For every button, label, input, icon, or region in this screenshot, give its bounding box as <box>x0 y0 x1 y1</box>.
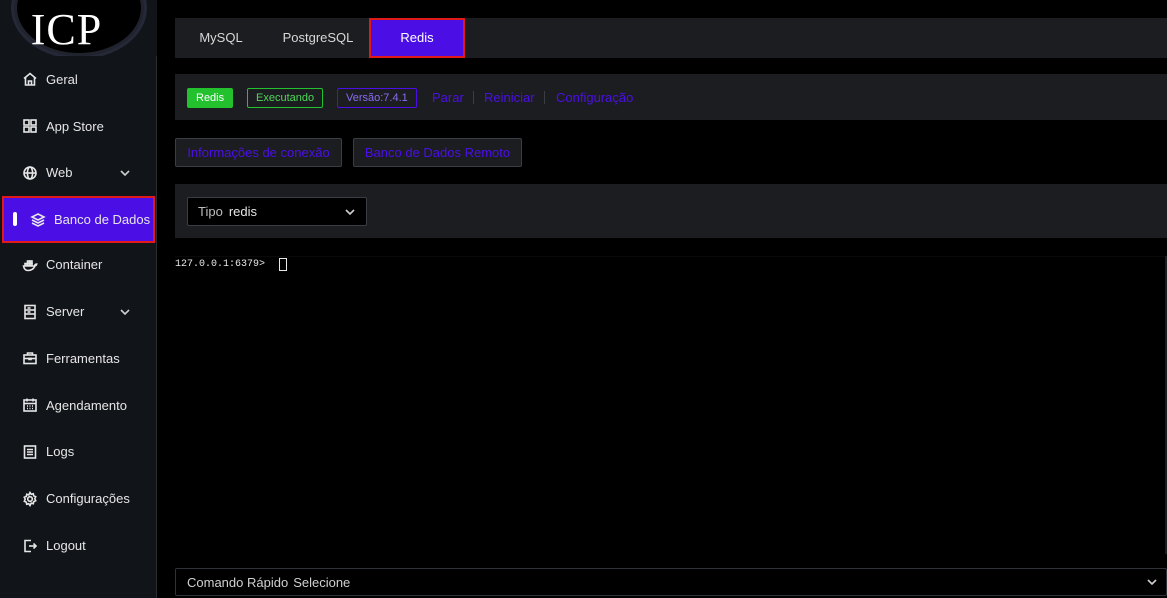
logo[interactable]: ICP <box>0 0 157 56</box>
sidebar-item-web[interactable]: Web <box>0 150 157 197</box>
sidebar-item-label: Geral <box>46 71 78 87</box>
globe-icon <box>21 164 39 182</box>
sidebar-item-label: Ferramentas <box>46 350 120 366</box>
connection-info-button[interactable]: Informações de conexão <box>175 138 342 167</box>
home-icon <box>21 70 39 88</box>
terminal-prompt: 127.0.0.1:6379> <box>175 259 266 270</box>
sidebar: ICP Geral App Store Web Banco de Dados C… <box>0 0 157 598</box>
database-tabs: MySQL PostgreSQL Redis <box>175 18 1167 58</box>
redis-terminal[interactable]: 127.0.0.1:6379> <box>175 256 1167 555</box>
calendar-icon <box>21 396 39 414</box>
sidebar-item-geral[interactable]: Geral <box>0 56 157 103</box>
configuration-link[interactable]: Configuração <box>556 90 633 105</box>
divider <box>544 91 545 104</box>
sidebar-item-app-store[interactable]: App Store <box>0 103 157 150</box>
app-status-bar: Redis Executando Versão:7.4.1 Parar Rein… <box>175 74 1167 120</box>
stop-link[interactable]: Parar <box>432 90 464 105</box>
sidebar-item-label: App Store <box>46 118 104 134</box>
terminal-cursor <box>279 258 287 271</box>
app-name-tag: Redis <box>187 88 234 108</box>
sidebar-item-server[interactable]: Server <box>0 288 157 335</box>
sidebar-item-label: Banco de Dados <box>54 212 151 228</box>
sidebar-nav: Geral App Store Web Banco de Dados Conta… <box>0 56 157 569</box>
sidebar-item-banco-de-dados[interactable]: Banco de Dados <box>2 196 155 244</box>
app-window: ICP Geral App Store Web Banco de Dados C… <box>0 0 1167 598</box>
remote-database-button[interactable]: Banco de Dados Remoto <box>353 138 522 167</box>
sidebar-item-label: Agendamento <box>46 397 127 413</box>
type-select-label: Tipo <box>198 204 223 219</box>
version-badge: Versão:7.4.1 <box>337 88 417 108</box>
sidebar-item-label: Configurações <box>46 491 130 507</box>
type-select-value: redis <box>228 204 257 219</box>
grid-icon <box>21 117 39 135</box>
chevron-down-icon <box>344 206 356 218</box>
layers-icon <box>29 211 47 229</box>
quick-command-value: Selecione <box>293 574 351 590</box>
logout-icon <box>21 537 39 555</box>
chevron-down-icon <box>1146 576 1158 588</box>
sidebar-item-agendamento[interactable]: Agendamento <box>0 382 157 429</box>
sidebar-item-label: Logs <box>46 444 75 460</box>
type-filter-bar: Tipo redis <box>175 184 1167 238</box>
sidebar-item-configuracoes[interactable]: Configurações <box>0 475 157 522</box>
tab-postgresql[interactable]: PostgreSQL <box>275 18 361 58</box>
terminal-background <box>175 257 1167 555</box>
sidebar-item-label: Server <box>46 304 85 320</box>
quick-command-select[interactable]: Comando Rápido Selecione <box>175 568 1167 596</box>
divider <box>473 91 474 104</box>
type-select[interactable]: Tipo redis <box>187 197 367 226</box>
docker-icon <box>21 256 39 274</box>
list-icon <box>21 443 39 461</box>
sidebar-item-logs[interactable]: Logs <box>0 429 157 476</box>
chevron-down-icon[interactable] <box>119 167 131 179</box>
server-icon <box>21 303 39 321</box>
tab-mysql[interactable]: MySQL <box>187 18 255 58</box>
logo-text: ICP <box>30 5 103 54</box>
tab-redis[interactable]: Redis <box>369 18 465 58</box>
sidebar-item-ferramentas[interactable]: Ferramentas <box>0 335 157 382</box>
main-content: MySQL PostgreSQL Redis Redis Executando … <box>157 0 1167 598</box>
toolbox-icon <box>21 349 39 367</box>
quick-command-label: Comando Rápido <box>187 574 289 590</box>
sidebar-item-logout[interactable]: Logout <box>0 522 157 569</box>
chevron-down-icon[interactable] <box>119 306 131 318</box>
status-badge: Executando <box>247 88 324 108</box>
active-indicator <box>13 212 17 227</box>
gear-icon <box>21 490 39 508</box>
restart-link[interactable]: Reiniciar <box>484 90 535 105</box>
sidebar-item-label: Container <box>46 257 103 273</box>
sidebar-item-label: Logout <box>46 538 86 554</box>
sidebar-item-container[interactable]: Container <box>0 241 157 288</box>
sidebar-item-label: Web <box>46 165 73 181</box>
